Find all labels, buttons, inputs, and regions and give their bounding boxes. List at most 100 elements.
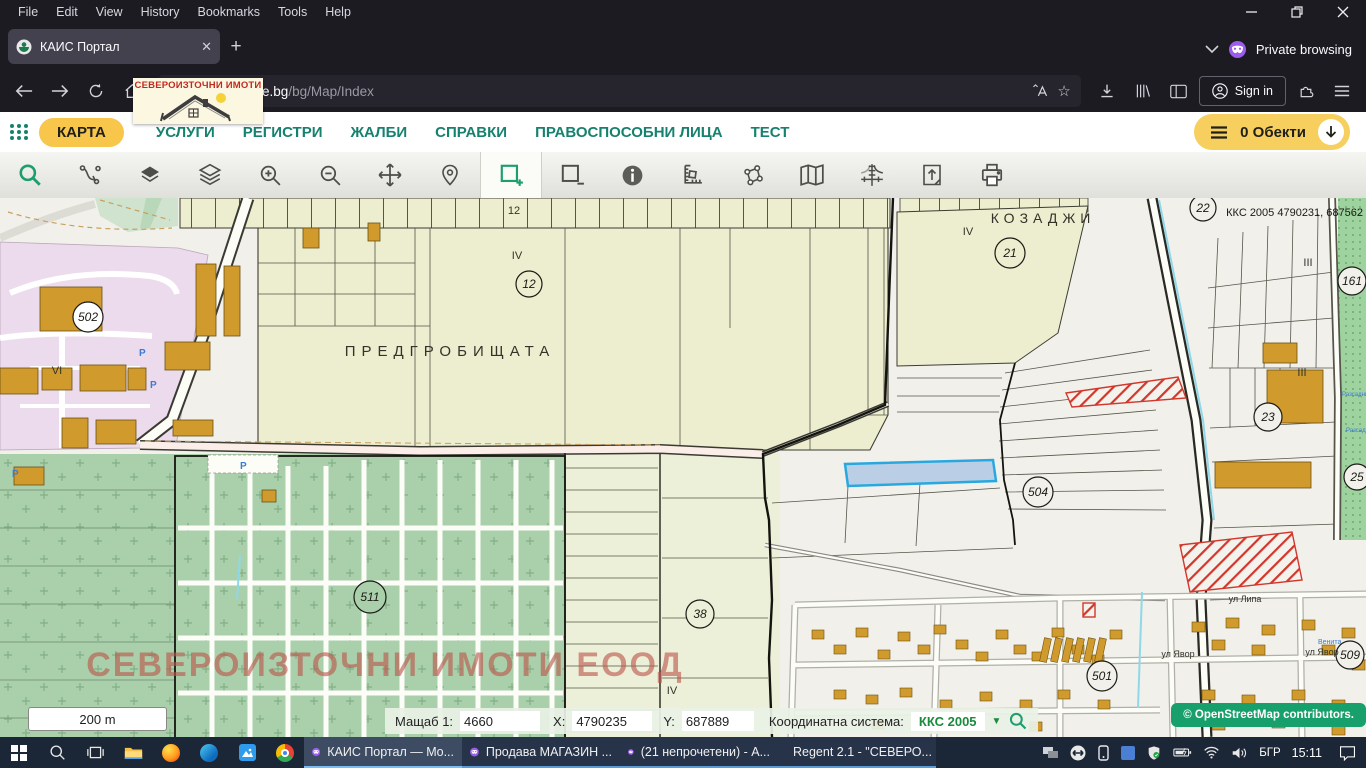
tool-route-measure[interactable] [60, 152, 120, 198]
y-input[interactable] [682, 711, 754, 731]
taskbar-window-regent[interactable]: Regent 2.1 - "СЕВЕРО... [778, 737, 936, 768]
cadastral-map[interactable]: 502 12 21 22 161 23 25 504 511 38 501 50… [0, 198, 1366, 737]
edge-icon[interactable] [190, 737, 228, 768]
label-iv-1: IV [512, 250, 523, 262]
x-input[interactable] [572, 711, 652, 731]
tray-battery-icon[interactable] [1173, 746, 1192, 759]
osm-attribution[interactable]: © OpenStreetMap contributors. [1171, 703, 1366, 727]
crs-dropdown-icon[interactable]: ▼ [992, 716, 1002, 727]
scale-input[interactable] [460, 711, 540, 731]
tool-layers-base[interactable] [120, 152, 180, 198]
tool-zoom-in[interactable] [240, 152, 300, 198]
tool-zoom-out[interactable] [300, 152, 360, 198]
taskbar-window-prodava[interactable]: Продава МАГАЗИН ... [462, 737, 620, 768]
taskbar-search-icon[interactable] [38, 737, 76, 768]
minimize-button[interactable] [1228, 0, 1274, 23]
tool-locate[interactable] [420, 152, 480, 198]
action-center-icon[interactable] [1339, 745, 1356, 761]
tool-pan[interactable] [360, 152, 420, 198]
menu-view[interactable]: View [88, 3, 131, 21]
photos-app-icon[interactable] [228, 737, 266, 768]
forward-button[interactable] [44, 75, 76, 107]
tab-kais-portal[interactable]: КАИС Портал ✕ [8, 29, 220, 64]
start-button[interactable] [0, 737, 38, 768]
reload-button[interactable] [80, 75, 112, 107]
new-tab-button[interactable]: + [220, 31, 252, 63]
tray-security-icon[interactable] [1146, 745, 1162, 761]
private-mask-icon [1229, 41, 1246, 58]
menu-bookmarks[interactable]: Bookmarks [189, 3, 268, 21]
nav-zhalbi[interactable]: ЖАЛБИ [351, 124, 408, 141]
sign-in-button[interactable]: Sign in [1199, 76, 1286, 106]
url-bar[interactable]: kais.cadastre.bg/bg/Map/Index ☆ [158, 75, 1081, 107]
tray-volume-icon[interactable] [1231, 746, 1248, 760]
tab-close-icon[interactable]: ✕ [201, 39, 212, 55]
apps-grid-icon[interactable] [10, 124, 29, 140]
selected-parcel[interactable] [845, 460, 996, 486]
library-icon[interactable] [1127, 75, 1159, 107]
label-p-4: Р [240, 461, 247, 472]
restore-button[interactable] [1274, 0, 1320, 23]
map-toolbar [0, 152, 1366, 199]
bookmark-star-icon[interactable]: ☆ [1057, 82, 1070, 100]
nav-test[interactable]: ТЕСТ [751, 124, 790, 141]
taskbar-window-mail-label: (21 непрочетени) - А... [641, 745, 770, 759]
coords-search-icon[interactable] [1008, 711, 1028, 731]
tool-print[interactable] [962, 152, 1022, 198]
file-explorer-icon[interactable] [114, 737, 152, 768]
tray-display-icon[interactable] [1042, 745, 1059, 760]
tool-search[interactable] [0, 152, 60, 198]
label-p-3: Р [12, 469, 19, 480]
translate-icon[interactable] [1031, 83, 1049, 99]
taskbar-window-kais[interactable]: КАИС Портал — Mo... [304, 737, 462, 768]
tool-polygon-measure[interactable] [722, 152, 782, 198]
label-predgrobishtata: ПРЕДГРОБИЩАТА [345, 343, 556, 360]
map-area[interactable]: 502 12 21 22 161 23 25 504 511 38 501 50… [0, 198, 1366, 737]
nav-karta[interactable]: КАРТА [39, 118, 124, 147]
nav-spravki[interactable]: СПРАВКИ [435, 124, 507, 141]
tool-select-rect-remove[interactable] [542, 152, 602, 198]
tool-select-rect-add[interactable] [480, 152, 542, 198]
circle-161: 161 [1342, 274, 1362, 288]
menu-file[interactable]: File [10, 3, 46, 21]
crs-select[interactable]: ККС 2005 [911, 712, 985, 731]
objects-pill[interactable]: 0 Обекти [1194, 114, 1350, 150]
sign-in-label: Sign in [1235, 84, 1273, 98]
firefox-icon[interactable] [152, 737, 190, 768]
taskbar-window-mail[interactable]: (21 непрочетени) - А... [620, 737, 778, 768]
objects-expand-button[interactable] [1318, 119, 1344, 145]
back-button[interactable] [8, 75, 40, 107]
sidebar-icon[interactable] [1163, 75, 1195, 107]
nav-uslugi[interactable]: УСЛУГИ [156, 124, 215, 141]
extensions-icon[interactable] [1290, 75, 1322, 107]
downloads-icon[interactable] [1091, 75, 1123, 107]
watermark: СЕВЕРОИЗТОЧНИ ИМОТИ ЕООД [86, 646, 683, 684]
tool-map-overview[interactable] [782, 152, 842, 198]
tray-clock[interactable]: 15:11 [1292, 746, 1322, 760]
tray-language-indicator[interactable]: БГР [1259, 747, 1280, 759]
nav-registri[interactable]: РЕГИСТРИ [243, 124, 323, 141]
agency-logo-overlay: СЕВЕРОИЗТОЧНИ ИМОТИ [133, 78, 263, 124]
tool-ruler[interactable] [662, 152, 722, 198]
label-razsadnik-1: Разсадника [1342, 392, 1366, 398]
tool-coordinate-grid[interactable] [842, 152, 902, 198]
nav-pravosposobni-litsa[interactable]: ПРАВОСПОСОБНИ ЛИЦА [535, 124, 723, 141]
tray-teamviewer-icon[interactable] [1070, 745, 1086, 761]
menu-tools[interactable]: Tools [270, 3, 315, 21]
tool-layers-list[interactable] [180, 152, 240, 198]
task-view-icon[interactable] [76, 737, 114, 768]
tray-app-icon[interactable] [1121, 746, 1135, 760]
menu-help[interactable]: Help [317, 3, 359, 21]
label-ul-lipa: ул Липа [1229, 594, 1262, 604]
app-menu-icon[interactable] [1326, 75, 1358, 107]
tray-phone-icon[interactable] [1097, 745, 1110, 761]
chevron-down-icon[interactable] [1205, 45, 1219, 54]
chrome-icon[interactable] [266, 737, 304, 768]
label-kozadzhi: КОЗАДЖИ [991, 210, 1096, 226]
close-button[interactable] [1320, 0, 1366, 23]
menu-edit[interactable]: Edit [48, 3, 86, 21]
tool-export[interactable] [902, 152, 962, 198]
menu-history[interactable]: History [133, 3, 188, 21]
tray-wifi-icon[interactable] [1203, 746, 1220, 759]
tool-info[interactable] [602, 152, 662, 198]
